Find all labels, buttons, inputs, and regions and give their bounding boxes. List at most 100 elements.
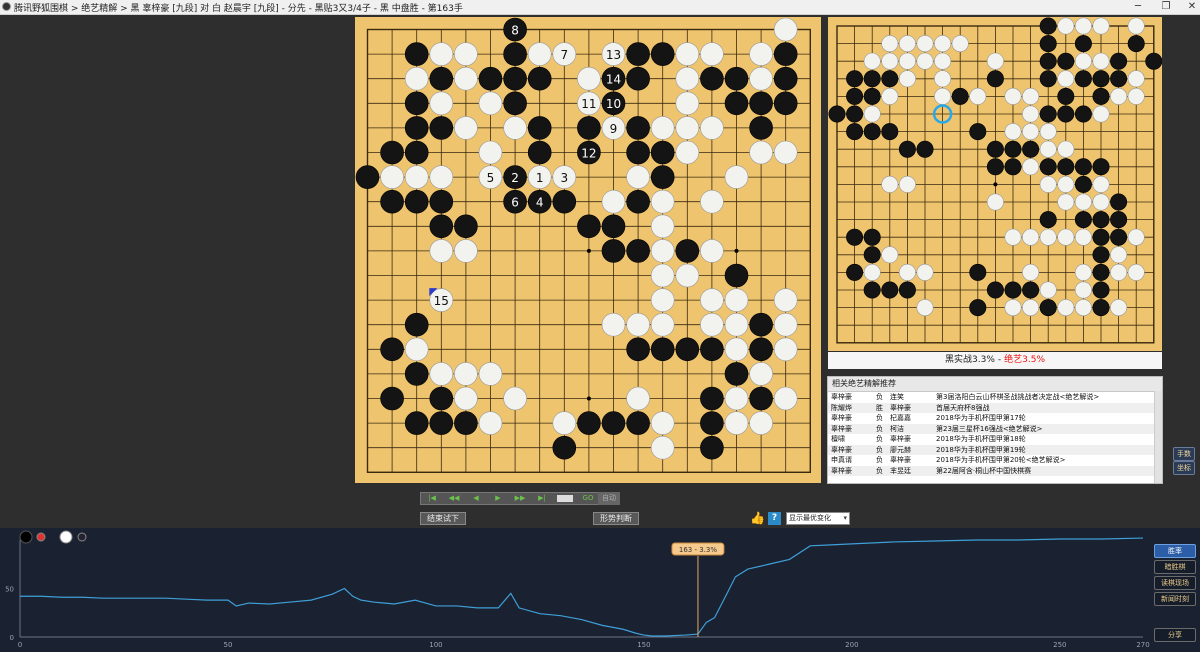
black-stone[interactable] bbox=[916, 140, 934, 158]
black-stone[interactable] bbox=[650, 140, 675, 165]
black-stone[interactable] bbox=[1145, 52, 1162, 70]
black-stone[interactable] bbox=[749, 337, 773, 362]
black-stone[interactable] bbox=[1057, 87, 1075, 105]
black-stone[interactable] bbox=[1039, 299, 1057, 317]
black-stone[interactable] bbox=[626, 411, 650, 435]
black-stone[interactable] bbox=[675, 337, 700, 362]
black-stone[interactable] bbox=[1127, 35, 1145, 53]
black-stone[interactable] bbox=[1110, 193, 1128, 211]
white-stone[interactable] bbox=[724, 386, 749, 411]
black-stone[interactable] bbox=[404, 312, 429, 337]
white-stone[interactable] bbox=[700, 312, 724, 337]
white-stone[interactable] bbox=[934, 70, 952, 88]
black-stone[interactable] bbox=[1004, 158, 1022, 176]
white-stone[interactable] bbox=[1092, 105, 1110, 123]
white-stone[interactable] bbox=[454, 362, 478, 386]
white-stone[interactable] bbox=[986, 52, 1004, 70]
end-try-button[interactable]: 结束试下 bbox=[420, 512, 466, 525]
white-stone[interactable] bbox=[1074, 299, 1092, 317]
white-stone[interactable] bbox=[527, 42, 552, 66]
white-stone[interactable] bbox=[429, 362, 454, 386]
black-stone[interactable] bbox=[898, 281, 916, 299]
white-stone[interactable] bbox=[1110, 299, 1128, 317]
white-stone[interactable] bbox=[749, 411, 773, 435]
black-stone[interactable] bbox=[1057, 105, 1075, 123]
white-stone[interactable] bbox=[1022, 87, 1040, 105]
white-stone[interactable] bbox=[1039, 281, 1057, 299]
white-stone[interactable] bbox=[1074, 263, 1092, 281]
black-stone[interactable] bbox=[1092, 263, 1110, 281]
white-stone[interactable] bbox=[650, 116, 675, 140]
white-stone[interactable] bbox=[1039, 123, 1057, 141]
black-stone[interactable] bbox=[1039, 70, 1057, 88]
help-icon[interactable]: ? bbox=[768, 512, 781, 525]
black-stone[interactable] bbox=[986, 158, 1004, 176]
black-stone[interactable] bbox=[650, 337, 675, 362]
white-stone[interactable] bbox=[650, 411, 675, 435]
black-stone[interactable] bbox=[404, 189, 429, 214]
white-stone[interactable] bbox=[626, 312, 650, 337]
recommendation-row[interactable]: 申真谞 负辜梓豪 2018华为手机杯围甲第20轮<绝艺解说> bbox=[828, 455, 1162, 466]
white-stone[interactable] bbox=[773, 140, 798, 165]
white-stone[interactable] bbox=[1092, 175, 1110, 193]
black-stone[interactable] bbox=[429, 214, 454, 239]
white-stone[interactable] bbox=[478, 91, 503, 116]
black-stone[interactable] bbox=[1004, 140, 1022, 158]
white-stone[interactable] bbox=[1127, 263, 1145, 281]
white-stone[interactable] bbox=[934, 87, 952, 105]
black-stone[interactable] bbox=[1039, 211, 1057, 229]
white-stone[interactable] bbox=[650, 214, 675, 239]
white-stone[interactable] bbox=[1022, 158, 1040, 176]
white-stone[interactable] bbox=[1110, 246, 1128, 264]
black-stone[interactable] bbox=[650, 165, 675, 189]
white-stone[interactable] bbox=[898, 35, 916, 53]
white-stone[interactable] bbox=[700, 116, 724, 140]
black-stone[interactable] bbox=[863, 281, 881, 299]
black-stone[interactable] bbox=[863, 246, 881, 264]
black-stone[interactable] bbox=[1057, 52, 1075, 70]
back-ten-button[interactable]: ◀◀ bbox=[443, 493, 465, 504]
white-stone[interactable] bbox=[700, 239, 724, 263]
white-stone[interactable] bbox=[552, 411, 577, 435]
black-stone[interactable] bbox=[552, 189, 577, 214]
black-stone[interactable] bbox=[773, 66, 798, 91]
white-stone[interactable] bbox=[773, 386, 798, 411]
minimize-icon[interactable]: ─ bbox=[1124, 0, 1152, 14]
white-stone[interactable] bbox=[1074, 17, 1092, 35]
chart-tab-news-moments[interactable]: 新闻时刻 bbox=[1154, 592, 1196, 606]
white-stone[interactable] bbox=[1039, 228, 1057, 246]
white-stone[interactable] bbox=[577, 66, 601, 91]
white-stone[interactable] bbox=[675, 140, 700, 165]
go-button[interactable]: GO bbox=[577, 493, 599, 504]
coordinate-button[interactable]: 坐标 bbox=[1173, 461, 1195, 475]
chart-tab-win-rate[interactable]: 胜率 bbox=[1154, 544, 1196, 558]
white-stone[interactable] bbox=[724, 312, 749, 337]
white-stone[interactable] bbox=[749, 42, 773, 66]
black-stone[interactable] bbox=[846, 123, 864, 141]
white-stone[interactable] bbox=[881, 175, 899, 193]
black-stone[interactable] bbox=[846, 70, 864, 88]
white-stone[interactable] bbox=[724, 411, 749, 435]
black-stone[interactable] bbox=[1074, 211, 1092, 229]
black-stone[interactable] bbox=[1039, 35, 1057, 53]
recommendation-row[interactable]: 辜梓豪 负芈昱廷 第22届阿含·桐山杯中国快棋赛 bbox=[828, 465, 1162, 476]
recommendation-row[interactable]: 陈耀烨 胜辜梓豪 首届天府杯8强战 bbox=[828, 402, 1162, 413]
black-stone[interactable] bbox=[700, 435, 724, 460]
black-stone[interactable] bbox=[1004, 281, 1022, 299]
win-rate-chart-svg[interactable]: 0 50 100 150 200 250 270 0 50 163 - 3.3% bbox=[0, 528, 1200, 652]
chart-tab-dark-moves[interactable]: 暗胜棋 bbox=[1154, 560, 1196, 574]
black-stone[interactable] bbox=[1022, 140, 1040, 158]
white-stone[interactable] bbox=[404, 337, 429, 362]
black-stone[interactable] bbox=[986, 70, 1004, 88]
white-stone[interactable] bbox=[675, 91, 700, 116]
white-stone[interactable] bbox=[916, 299, 934, 317]
black-stone[interactable] bbox=[700, 386, 724, 411]
black-stone[interactable] bbox=[700, 66, 724, 91]
share-button[interactable]: 分享 bbox=[1154, 628, 1196, 642]
black-stone[interactable] bbox=[724, 263, 749, 288]
white-stone[interactable] bbox=[429, 239, 454, 263]
white-stone[interactable] bbox=[675, 66, 700, 91]
black-stone[interactable] bbox=[478, 66, 503, 91]
black-stone[interactable] bbox=[969, 123, 987, 141]
recommendation-row[interactable]: 辜梓豪 负连笑 第3届洛阳白云山杯棋圣战挑战者决定战<绝艺解说> bbox=[828, 392, 1162, 403]
